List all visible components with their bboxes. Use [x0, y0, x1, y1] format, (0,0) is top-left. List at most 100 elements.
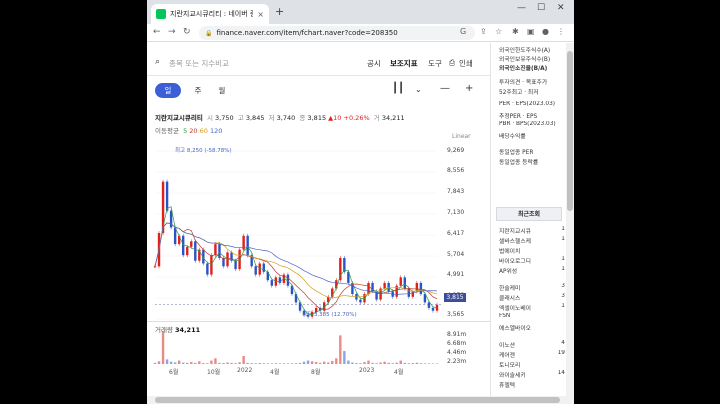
change-pct: +0.26%: [343, 114, 370, 122]
recent-item[interactable]: 와이솔세키 14: [499, 370, 565, 379]
sidebar-info-row: 외국인소진율(B/A): [499, 66, 548, 72]
recent-item[interactable]: AP위성 1: [499, 266, 565, 275]
price-chart[interactable]: [147, 143, 490, 323]
volume-bar: [258, 363, 261, 364]
price-axis-tick: 8,556: [447, 167, 465, 174]
volume-bar: [202, 363, 205, 364]
recent-item-label: AP위성: [499, 269, 518, 275]
menu-kebab-icon[interactable]: ⋮: [557, 27, 565, 36]
volume-bar: [339, 335, 342, 364]
volume-bar: [383, 361, 386, 364]
volume-bar: [351, 362, 354, 364]
recent-item-count: 19: [557, 350, 565, 356]
price-axis-tick: 7,843: [447, 188, 465, 195]
recent-item[interactable]: 바이오로그디 1: [499, 256, 565, 265]
volume-bar: [375, 363, 378, 364]
bookmark-star-icon[interactable]: ☆: [495, 27, 502, 36]
recent-item-label: 셀바스헬스케: [499, 239, 531, 245]
recent-tab[interactable]: 최근조회: [496, 207, 562, 221]
volume-bar: [242, 355, 245, 364]
recent-item[interactable]: 케어젠 19: [499, 350, 565, 359]
close-value: 3,815: [307, 114, 327, 122]
recent-item[interactable]: 셀바스헬스케 1: [499, 236, 565, 245]
volume-bar: [411, 363, 415, 364]
horizontal-scrollbar[interactable]: [147, 396, 574, 404]
zoom-in-button[interactable]: +: [465, 83, 473, 94]
recent-item[interactable]: 휴젤텍: [499, 380, 565, 389]
sidebar-info-row: PER · EPS(2023.03): [499, 101, 556, 107]
recent-item-label: 한솔케미: [499, 286, 521, 292]
recent-item[interactable]: 에스엘바이오: [499, 323, 565, 332]
recent-item[interactable]: 한솔케미 3: [499, 283, 565, 292]
volume-bar: [310, 361, 314, 364]
share-icon[interactable]: ⇪: [480, 27, 487, 36]
volume-bar: [250, 363, 253, 364]
hscroll-thumb[interactable]: [155, 397, 560, 403]
tools-menu[interactable]: 도구: [428, 58, 442, 69]
recent-item[interactable]: FSN: [499, 313, 565, 319]
price-axis-tick: 7,130: [447, 209, 465, 216]
recent-item-label: 클래시스: [499, 296, 521, 302]
volume-chart[interactable]: [147, 329, 490, 365]
compare-search-input[interactable]: 종목 또는 지수비교: [169, 58, 229, 69]
print-icon[interactable]: ⎙: [449, 58, 455, 68]
close-window-icon[interactable]: ✕: [557, 3, 565, 13]
zoom-out-button[interactable]: —: [440, 83, 450, 94]
maximize-icon[interactable]: ☐: [537, 3, 545, 13]
quote-summary: 지란지교시큐리티 시 3,750 고 3,845 저 3,740 종 3,815…: [155, 112, 405, 122]
recent-item-label: 에스엘바이오: [499, 326, 531, 332]
volume-bar: [165, 359, 169, 364]
recent-item[interactable]: 이노션 4: [499, 340, 565, 349]
volume-bar: [331, 360, 334, 364]
profile-icon[interactable]: ●: [542, 27, 549, 36]
moving-average-legend[interactable]: 이동평균 5 20 60 120: [155, 125, 222, 135]
volume-bar: [190, 362, 193, 364]
close-label: 종: [299, 114, 306, 122]
disclosure-menu[interactable]: 공시: [367, 58, 381, 69]
new-tab-button[interactable]: +: [275, 5, 284, 18]
time-axis-tick: 6월: [169, 369, 179, 376]
indicator-menu[interactable]: 보조지표: [390, 58, 418, 69]
volume-axis-tick: 8.91m: [447, 331, 467, 338]
print-menu[interactable]: 인쇄: [459, 58, 473, 69]
period-day-button[interactable]: 일: [155, 83, 181, 98]
period-month-button[interactable]: 월: [215, 83, 229, 98]
volume-bar: [435, 363, 439, 364]
reload-button[interactable]: ↻: [183, 27, 191, 37]
time-axis-tick: 2023: [359, 367, 375, 374]
sidepanel-icon[interactable]: ▣: [527, 27, 535, 36]
back-button[interactable]: ←: [153, 27, 161, 37]
chevron-down-icon[interactable]: ⌄: [415, 85, 422, 94]
recent-item[interactable]: 토니모리: [499, 360, 565, 369]
recent-item-count: 1: [561, 226, 565, 232]
volume-bar: [157, 361, 161, 364]
period-week-button[interactable]: 주: [191, 83, 205, 98]
volume-bar: [399, 360, 402, 364]
recent-item-label: 와이솔세키: [499, 373, 526, 379]
volume-bar: [355, 363, 358, 364]
sidebar-info-row: 외국인한도주식수(A): [499, 48, 551, 54]
candle-type-icon[interactable]: ┃┃: [392, 83, 404, 94]
recent-item[interactable]: 엑셀이노베이 1: [499, 303, 565, 312]
recent-item-count: 3: [561, 293, 565, 299]
tab-close-button[interactable]: ×: [257, 10, 264, 19]
recent-item[interactable]: 클래시스 3: [499, 293, 565, 302]
recent-item[interactable]: 지란지교시큐 1: [499, 226, 565, 235]
volume-bar: [282, 363, 286, 364]
recent-item[interactable]: 법에이치: [499, 246, 565, 255]
minimize-icon[interactable]: —: [517, 3, 526, 13]
search-icon[interactable]: ⌕: [155, 57, 160, 67]
google-icon[interactable]: G: [460, 27, 466, 36]
extensions-icon[interactable]: ✱: [512, 27, 519, 36]
volume-bar: [222, 363, 225, 364]
scale-mode-toggle[interactable]: Linear: [452, 133, 471, 140]
scroll-thumb[interactable]: [567, 51, 573, 211]
url-field[interactable]: 🔒 finance.naver.com/item/fchart.naver?co…: [199, 26, 475, 40]
high-annotation: 최고 8,250 (-58.78%): [175, 148, 232, 154]
ma120-label: 120: [210, 127, 223, 135]
vertical-scrollbar[interactable]: [566, 43, 574, 396]
browser-tab[interactable]: 지란지교시큐리티 : 네이버 증권 ×: [151, 4, 269, 24]
volume-bar: [294, 363, 298, 364]
forward-button[interactable]: →: [168, 27, 176, 37]
time-axis-tick: 8월: [311, 369, 321, 376]
